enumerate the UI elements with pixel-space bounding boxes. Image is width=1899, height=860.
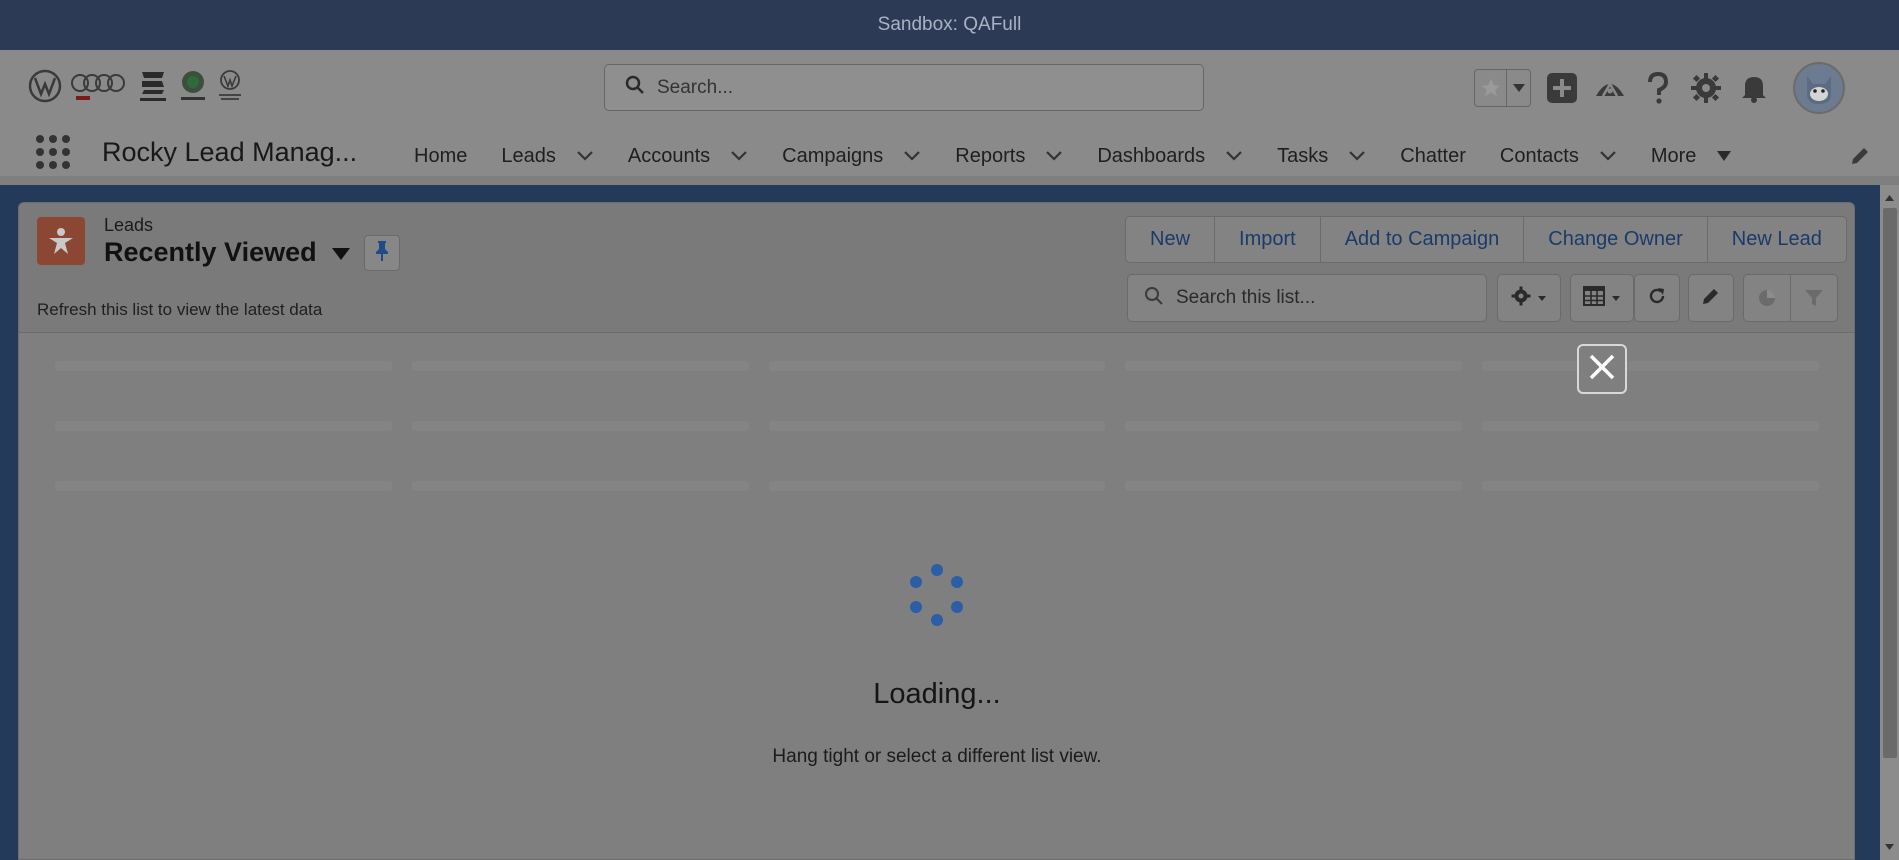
loading-spinner-icon xyxy=(906,564,968,626)
global-add-icon[interactable] xyxy=(1545,71,1579,105)
vw-logo xyxy=(28,69,62,103)
nav-item-tasks[interactable]: Tasks xyxy=(1277,136,1366,176)
nav-item-accounts[interactable]: Accounts xyxy=(628,136,748,176)
close-button[interactable] xyxy=(1577,344,1627,394)
chevron-down-icon[interactable] xyxy=(1045,145,1063,168)
skeleton-row xyxy=(55,421,1819,431)
table-icon xyxy=(1583,285,1605,311)
caret-down-icon[interactable] xyxy=(331,237,351,268)
sandbox-banner: Sandbox: QAFull xyxy=(0,0,1899,50)
edit-list-button[interactable] xyxy=(1688,274,1734,322)
nav-item-contacts[interactable]: Contacts xyxy=(1500,136,1617,176)
nav-item-dashboards[interactable]: Dashboards xyxy=(1097,136,1243,176)
loading-subtitle: Hang tight or select a different list vi… xyxy=(772,746,1102,767)
chevron-down-icon[interactable] xyxy=(576,145,594,168)
nav-item-leads[interactable]: Leads xyxy=(501,136,594,176)
skeleton-row xyxy=(55,361,1819,371)
caret-down-icon xyxy=(1537,289,1547,307)
nav-item-more[interactable]: More xyxy=(1651,136,1733,176)
caret-down-icon[interactable] xyxy=(1716,145,1732,168)
new-lead-button[interactable]: New Lead xyxy=(1706,217,1846,262)
skeleton-row xyxy=(55,481,1819,491)
refresh-button[interactable] xyxy=(1634,274,1680,322)
app-navigation-bar: Rocky Lead Manag... Home Leads Accounts … xyxy=(0,127,1899,185)
pencil-icon xyxy=(1701,286,1721,311)
chart-filter-group xyxy=(1743,274,1838,322)
vw-commercial-logo xyxy=(216,68,244,104)
import-button[interactable]: Import xyxy=(1214,217,1320,262)
scroll-up-icon[interactable] xyxy=(1884,189,1895,207)
favorite-star-icon[interactable] xyxy=(1475,70,1506,106)
edit-nav-pencil-icon[interactable] xyxy=(1849,145,1871,172)
loading-title: Loading... xyxy=(873,678,1001,710)
scroll-thumb[interactable] xyxy=(1883,208,1897,758)
setup-gear-icon[interactable] xyxy=(1689,71,1723,105)
caret-down-icon xyxy=(1611,289,1621,307)
add-to-campaign-button[interactable]: Add to Campaign xyxy=(1319,217,1524,262)
nav-items: Home Leads Accounts Campaigns Reports Da… xyxy=(414,127,1766,185)
chevron-down-icon[interactable] xyxy=(1225,145,1243,168)
help-icon[interactable] xyxy=(1641,71,1675,105)
change-owner-button[interactable]: Change Owner xyxy=(1523,217,1707,262)
search-icon xyxy=(625,75,645,100)
app-name: Rocky Lead Manag... xyxy=(102,137,358,167)
favorites-dropdown-icon[interactable] xyxy=(1506,70,1530,106)
display-as-button[interactable] xyxy=(1570,274,1634,322)
user-avatar[interactable] xyxy=(1793,62,1845,114)
global-search[interactable] xyxy=(604,64,1204,111)
trailhead-icon[interactable] xyxy=(1593,71,1627,105)
favorites-group xyxy=(1474,69,1531,107)
filter-icon[interactable] xyxy=(1790,275,1837,321)
seat-logo xyxy=(136,68,170,104)
sandbox-label: Sandbox: QAFull xyxy=(877,14,1022,35)
list-search-input[interactable] xyxy=(1176,287,1476,309)
gear-icon xyxy=(1511,286,1531,311)
list-search[interactable] xyxy=(1127,274,1487,322)
chevron-down-icon[interactable] xyxy=(1599,145,1617,168)
list-actions: New Import Add to Campaign Change Owner … xyxy=(1125,216,1847,263)
chart-icon[interactable] xyxy=(1744,275,1790,321)
lead-object-icon xyxy=(37,217,85,265)
list-view-selector[interactable]: Recently Viewed xyxy=(104,237,351,268)
global-search-input[interactable] xyxy=(657,76,1157,99)
nav-item-reports[interactable]: Reports xyxy=(955,136,1063,176)
chevron-down-icon[interactable] xyxy=(1348,145,1366,168)
close-icon xyxy=(1587,352,1617,387)
object-label: Leads xyxy=(104,215,154,235)
nav-item-campaigns[interactable]: Campaigns xyxy=(782,136,921,176)
search-icon xyxy=(1144,286,1164,311)
list-view-controls-button[interactable] xyxy=(1497,274,1561,322)
app-launcher-icon[interactable] xyxy=(36,135,70,169)
refresh-message: Refresh this list to view the latest dat… xyxy=(37,300,323,319)
scroll-down-icon[interactable] xyxy=(1884,838,1895,856)
refresh-icon xyxy=(1647,286,1667,311)
brand-logos xyxy=(28,68,244,104)
chevron-down-icon[interactable] xyxy=(903,145,921,168)
pin-icon xyxy=(375,240,389,267)
skoda-logo xyxy=(178,68,208,104)
nav-item-chatter[interactable]: Chatter xyxy=(1400,136,1466,176)
audi-logo xyxy=(70,69,128,103)
list-view-title: Recently Viewed xyxy=(104,237,317,267)
chevron-down-icon[interactable] xyxy=(730,145,748,168)
nav-item-home[interactable]: Home xyxy=(414,136,467,176)
notifications-bell-icon[interactable] xyxy=(1737,71,1771,105)
header-utility-icons xyxy=(1474,62,1845,114)
new-button[interactable]: New xyxy=(1126,217,1214,262)
pin-list-button[interactable] xyxy=(364,235,400,271)
list-view-header: Leads Recently Viewed Refresh this list … xyxy=(19,203,1854,333)
